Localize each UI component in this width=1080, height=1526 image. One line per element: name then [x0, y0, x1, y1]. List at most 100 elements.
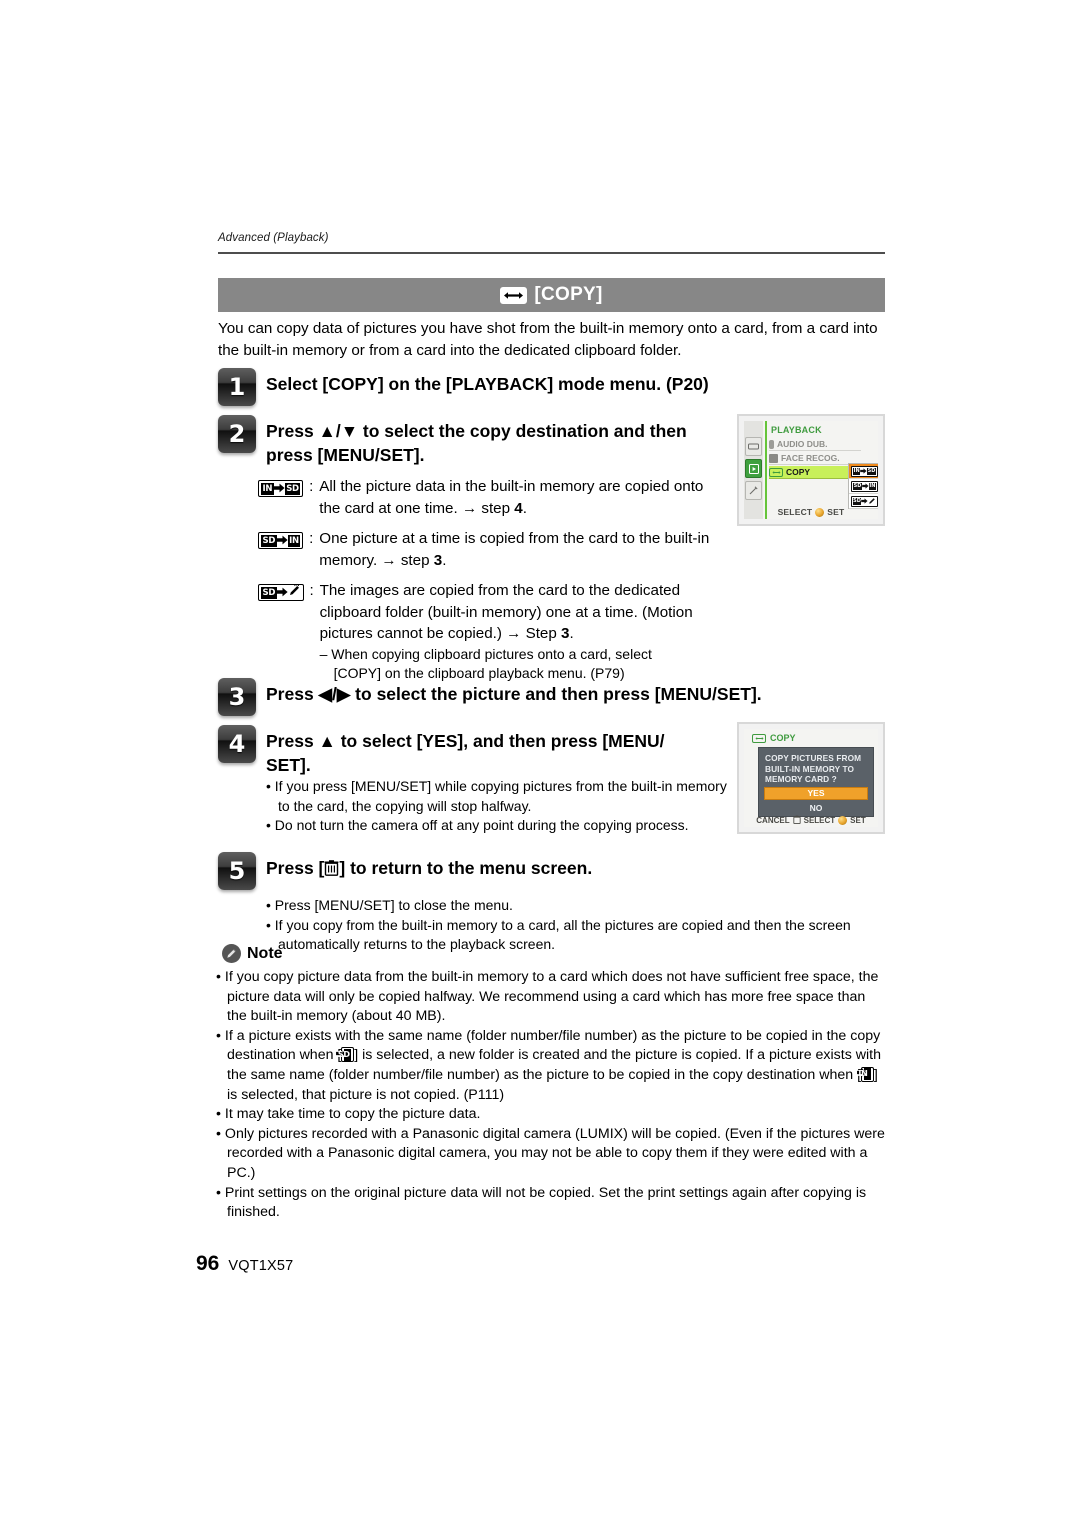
in-tag: IN — [261, 482, 274, 496]
lcd-copy-confirm-screenshot: COPY COPY PICTURES FROM BUILT-IN MEMORY … — [737, 722, 885, 834]
copy-icon — [500, 286, 528, 304]
in-tag: IN — [858, 1068, 871, 1081]
joystick-icon — [838, 816, 848, 825]
arrow-right-icon — [276, 530, 288, 552]
sd-to-in-icon: SD IN — [258, 530, 304, 552]
colon-2: : — [309, 530, 314, 547]
destination-row-sd-to-in: SD IN : One picture at a time is copied … — [258, 528, 728, 571]
sd-tag: SD — [261, 586, 277, 600]
intro-paragraph: You can copy data of pictures you have s… — [218, 320, 878, 359]
running-head: Advanced (Playback) — [218, 232, 329, 244]
footer-set-label: SET — [827, 507, 845, 517]
in-to-sd-icon: IN SD — [258, 478, 304, 500]
step-4: 4 Press ▲ to select [YES], and then pres… — [218, 725, 730, 777]
step-2-title: Press ▲/▼ to select the copy destination… — [266, 421, 687, 465]
in-tag: IN — [287, 534, 301, 548]
sd-tag: SD — [284, 482, 301, 496]
in-tag: IN — [853, 467, 861, 475]
menu-green-divider — [765, 421, 767, 519]
lcd-confirm-header: COPY — [752, 733, 796, 743]
bullet: • Press [MENU/SET] to close the menu. — [266, 897, 513, 913]
section-title: [COPY] — [534, 284, 603, 305]
lcd-confirm-footer: CANCEL SELECT SET — [744, 815, 878, 826]
step-5-badge: 5 — [218, 852, 256, 890]
destination-row-in-to-sd: IN SD : All the picture data in the buil… — [258, 476, 728, 519]
step-1: 1 Select [COPY] on the [PLAYBACK] mode m… — [218, 368, 878, 406]
face-recognition-icon — [769, 453, 778, 463]
colon-1: : — [309, 478, 314, 495]
in-to-sd-icon: INSD — [335, 1047, 355, 1063]
joystick-icon — [815, 507, 825, 517]
lcd-menu-title: PLAYBACK — [771, 425, 822, 435]
clipboard-pencil-icon — [288, 582, 301, 604]
lcd-option-no[interactable]: NO — [764, 802, 868, 815]
step-5-bullets: • Press [MENU/SET] to close the menu. • … — [266, 896, 888, 955]
sd-tag: SD — [852, 497, 862, 505]
step-4-bullets: • If you press [MENU/SET] while copying … — [266, 777, 731, 836]
sd-tag: SD — [338, 1048, 352, 1061]
lcd-submenu-sd-to-in: SD IN — [849, 479, 878, 494]
in-tag: IN — [868, 482, 876, 490]
lcd-playback-menu-screenshot: PLAYBACK AUDIO DUB. FACE RECOG. COPY IN S… — [737, 414, 885, 526]
sd-to-clipboard-icon: SD — [258, 582, 304, 604]
step-1-title: Select [COPY] on the [PLAYBACK] mode men… — [266, 374, 709, 394]
lcd-menu-item-label: FACE RECOG. — [781, 453, 840, 463]
note-heading: Note — [222, 944, 283, 963]
lcd-copy-destination-submenu: IN SD SD IN SD — [848, 463, 878, 509]
sd-to-in-icon: SDIN — [855, 1066, 874, 1082]
copy-icon — [752, 733, 766, 743]
destination-text-3: The images are copied from the card to t… — [320, 580, 728, 684]
note-bullet-icons: • If a picture exists with the same name… — [216, 1027, 881, 1103]
copy-icon — [769, 467, 783, 477]
lcd-submenu-in-to-sd: IN SD — [849, 464, 878, 479]
step-2-badge: 2 — [218, 415, 256, 453]
clipboard-pencil-icon — [869, 498, 876, 504]
page-number: 96 — [196, 1252, 220, 1275]
note-bullet-3: • It may take time to copy the picture d… — [216, 1106, 481, 1123]
sd-tag: SD — [853, 482, 862, 490]
destination-text-2: One picture at a time is copied from the… — [319, 530, 710, 569]
footer-set-label: SET — [850, 816, 866, 825]
bullet: • Do not turn the camera off at any poin… — [266, 817, 689, 833]
note-label: Note — [247, 944, 283, 962]
step-3: 3 Press ◀/▶ to select the picture and th… — [218, 678, 878, 716]
header-rule — [218, 252, 885, 254]
lcd-menu-footer: SELECT SET — [744, 507, 878, 517]
step-5-title: Press [ ] to return to the menu screen. — [266, 852, 592, 882]
lcd-menu-item-audio-dub: AUDIO DUB. — [769, 438, 861, 451]
playback-tab — [745, 459, 762, 478]
lcd-confirm-dialog: COPY PICTURES FROM BUILT-IN MEMORY TO ME… — [758, 747, 874, 817]
bullet: • If you press [MENU/SET] while copying … — [266, 778, 727, 814]
step-3-title: Press ◀/▶ to select the picture and then… — [266, 684, 762, 704]
microphone-icon — [769, 439, 774, 449]
lcd-confirm-title: COPY — [770, 733, 796, 743]
arrow-right-icon — [273, 478, 285, 500]
step-2: 2 Press ▲/▼ to select the copy destinati… — [218, 415, 730, 467]
page-footer: 96 VQT1X57 — [196, 1252, 293, 1276]
sd-tag: SD — [867, 467, 876, 475]
bullet: • If you copy from the built-in memory t… — [266, 916, 851, 953]
note-bullets: • If you copy picture data from the buil… — [216, 968, 888, 1223]
document-code: VQT1X57 — [228, 1258, 294, 1274]
lcd-confirm-message: COPY PICTURES FROM BUILT-IN MEMORY TO ME… — [765, 753, 862, 784]
step-4-badge: 4 — [218, 725, 256, 763]
footer-select-label: SELECT — [803, 816, 836, 825]
step-5: 5 Press [ ] to return to the menu screen… — [218, 852, 878, 890]
sd-tag: SD — [261, 534, 277, 548]
lcd-option-yes[interactable]: YES — [764, 786, 868, 800]
step-3-badge: 3 — [218, 678, 256, 716]
note-bullet-4: • Only pictures recorded with a Panasoni… — [216, 1125, 885, 1181]
note-bullet-1: • If you copy picture data from the buil… — [216, 969, 879, 1025]
footer-cancel-label: CANCEL — [756, 816, 790, 825]
section-banner: [COPY] — [218, 278, 885, 312]
colon-3: : — [309, 582, 314, 599]
lcd-menu-item-label: COPY — [786, 467, 811, 477]
step-1-badge: 1 — [218, 368, 256, 406]
note-pencil-icon — [222, 944, 241, 963]
arrow-right-icon — [276, 582, 288, 604]
destination-row-sd-to-clipboard: SD : The images are copied from the card… — [258, 580, 728, 684]
manual-page: Advanced (Playback) [COPY] You can copy … — [0, 0, 1080, 1526]
lcd-menu-item-label: AUDIO DUB. — [777, 439, 828, 449]
step-4-title: Press ▲ to select [YES], and then press … — [266, 731, 665, 775]
trash-icon — [324, 858, 339, 882]
